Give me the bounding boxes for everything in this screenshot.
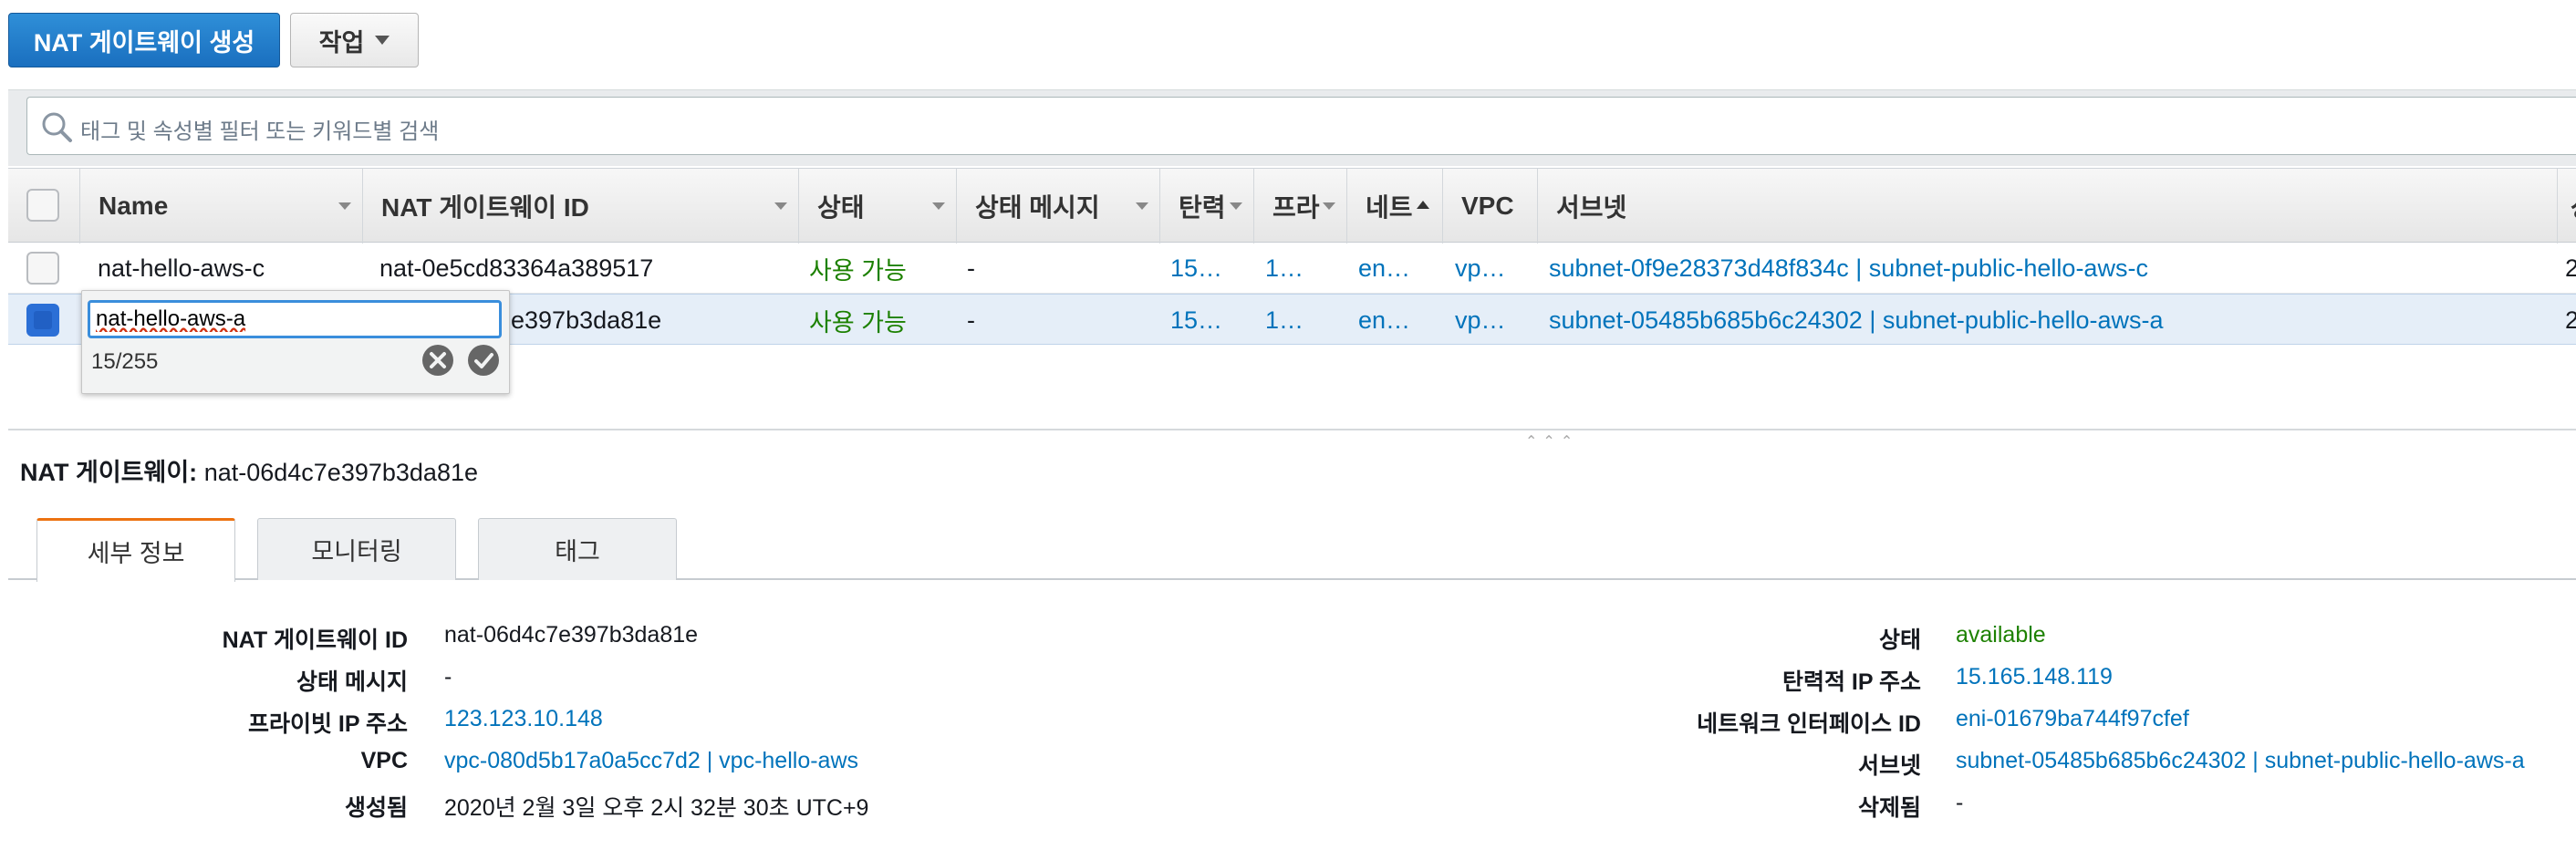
column-header-subnet[interactable]: 서브넷 [1537,169,2557,244]
detail-value-created: 2020년 2월 3일 오후 2시 32분 30초 UTC+9 [444,795,869,821]
detail-label-state: 상태 [1878,627,1921,653]
detail-label-status-message: 상태 메시지 [296,669,408,695]
row-checkbox-checked[interactable] [26,304,59,337]
detail-label-deleted: 삭제됨 [1857,795,1921,821]
search-placeholder: 태그 및 속성별 필터 또는 키워드별 검색 [80,119,440,144]
table-header: Name NAT 게이트웨이 ID 상태 상태 메시지 탄력 프라 네트 VPC… [8,168,2576,244]
inline-name-editor: 15/255 [81,290,510,394]
row-nat-id-partial: e397b3da81e [511,306,662,334]
search-icon [42,112,72,142]
row-status-message: - [967,306,975,334]
column-header-extra[interactable]: 상 [2557,169,2576,244]
cancel-icon[interactable] [421,344,454,377]
row-status: 사용 가능 [809,308,907,337]
detail-value-private-ip[interactable]: 123.123.10.148 [444,706,603,732]
detail-label-nat-id: NAT 게이트웨이 ID [222,627,408,653]
actions-label: 작업 [318,28,365,57]
panel-splitter[interactable] [8,429,2576,430]
row-subnet[interactable]: subnet-05485b685b6c24302 | subnet-public… [1549,295,2557,346]
chevron-down-icon [375,36,390,45]
detail-label-subnet: 서브넷 [1857,753,1921,779]
character-counter: 15/255 [91,349,159,374]
row-nat-id: nat-0e5cd83364a389517 [379,254,654,282]
row-status: 사용 가능 [809,256,907,285]
detail-value-state: available [1956,622,2046,648]
detail-value-subnet[interactable]: subnet-05485b685b6c24302 | subnet-public… [1956,748,2525,774]
create-nat-gateway-button[interactable]: NAT 게이트웨이 생성 [8,13,280,67]
detail-label-private-ip: 프라이빗 IP 주소 [247,711,408,737]
select-all-checkbox[interactable] [26,189,59,222]
detail-value-elastic-ip[interactable]: 15.165.148.119 [1956,664,2113,690]
actions-dropdown-button[interactable]: 작업 [290,13,419,67]
row-private-ip[interactable]: 1… [1265,295,1346,346]
detail-value-nat-id: nat-06d4c7e397b3da81e [444,622,699,648]
detail-label-network-interface: 네트워크 인터페이스 ID [1697,711,1921,737]
details-title-value: nat-06d4c7e397b3da81e [203,459,478,486]
tab-details[interactable]: 세부 정보 [36,518,235,582]
row-checkbox[interactable] [26,252,59,285]
tab-tags[interactable]: 태그 [478,518,677,580]
detail-value-deleted: - [1956,790,1964,815]
row-network-interface[interactable]: en… [1358,295,1442,346]
row-name[interactable]: nat-hello-aws-c [98,243,362,294]
column-header-nat-id[interactable]: NAT 게이트웨이 ID [362,169,798,244]
row-vpc[interactable]: vp… [1455,295,1537,346]
column-header-elastic-ip[interactable]: 탄력 [1159,169,1253,244]
tab-monitoring[interactable]: 모니터링 [257,518,456,580]
column-header-status-message[interactable]: 상태 메시지 [956,169,1159,244]
drag-handle-icon[interactable]: ⌃⌃⌃ [1525,432,1578,451]
row-subnet[interactable]: subnet-0f9e28373d48f834c | subnet-public… [1549,243,2557,294]
row-extra: 2 [2565,306,2576,334]
row-elastic-ip[interactable]: 15… [1170,243,1253,294]
row-extra: 2 [2565,254,2576,282]
row-private-ip[interactable]: 1… [1265,243,1346,294]
name-edit-input[interactable] [88,300,502,338]
column-header-status[interactable]: 상태 [798,169,956,244]
row-network-interface[interactable]: en… [1358,243,1442,294]
row-vpc[interactable]: vp… [1455,243,1537,294]
detail-label-created: 생성됨 [344,795,408,821]
column-header-name[interactable]: Name [79,169,362,244]
detail-value-vpc[interactable]: vpc-080d5b17a0a5cc7d2 | vpc-hello-aws [444,748,858,774]
table-row[interactable]: nat-hello-aws-c nat-0e5cd83364a389517 사용… [8,243,2576,294]
detail-label-elastic-ip: 탄력적 IP 주소 [1781,669,1921,695]
details-title-label: NAT 게이트웨이: [20,459,198,486]
details-title: NAT 게이트웨이: nat-06d4c7e397b3da81e [20,452,478,488]
row-elastic-ip[interactable]: 15… [1170,295,1253,346]
search-input[interactable]: 태그 및 속성별 필터 또는 키워드별 검색 [26,97,2576,155]
detail-label-vpc: VPC [360,748,408,773]
column-header-vpc[interactable]: VPC [1442,169,1537,244]
row-status-message: - [967,254,975,282]
column-header-private-ip[interactable]: 프라 [1253,169,1346,244]
confirm-icon[interactable] [467,344,500,377]
detail-value-status-message: - [444,664,452,689]
column-header-network-interface[interactable]: 네트 [1346,169,1442,244]
detail-value-network-interface[interactable]: eni-01679ba744f97cfef [1956,706,2189,732]
